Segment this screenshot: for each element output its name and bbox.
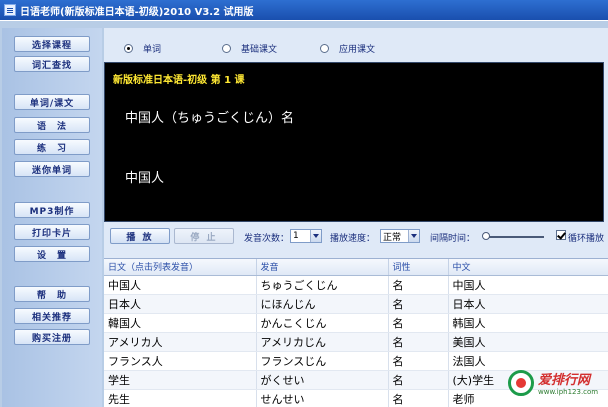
cell-japanese: 韓国人 [104, 313, 257, 333]
cell-pos: 名 [388, 389, 449, 407]
word-meaning: 中国人 [125, 171, 165, 186]
word-display: 新版标准日本语-初级 第 1 课 中国人（ちゅうごくじん）名 中国人 [104, 62, 604, 222]
table-row[interactable]: アメリカ人 アメリカじん 名 美国人 [104, 332, 608, 352]
nav-mini-words-button[interactable]: 迷你单词 [14, 161, 90, 177]
watermark-text: 爱排行网 [538, 373, 591, 388]
radio-icon [222, 43, 231, 53]
lesson-title: 新版标准日本语-初级 第 1 课 [113, 75, 245, 86]
chevron-down-icon [408, 230, 419, 242]
cell-reading: せんせい [256, 389, 389, 407]
word-reading: 中国人（ちゅうごくじん）名 [125, 111, 295, 126]
window-title: 日语老师(新版标准日本语-初级)2010 V3.2 试用版 [20, 6, 254, 18]
chevron-down-icon [310, 230, 321, 242]
nav-register-button[interactable]: 购买注册 [14, 329, 90, 345]
mode-label: 基础课文 [241, 44, 278, 55]
nav-vocab-search-button[interactable]: 词汇查找 [14, 56, 90, 72]
speed-select[interactable]: 正常 [380, 229, 420, 243]
cell-japanese: フランス人 [104, 351, 257, 371]
cell-pos: 名 [388, 294, 449, 314]
play-button[interactable]: 播 放 [110, 228, 170, 244]
mode-label: 应用课文 [339, 44, 376, 55]
mode-applied-text-radio[interactable]: 应用课文 [320, 42, 375, 55]
cell-chinese: 美国人 [448, 332, 608, 352]
loop-label: 循环播放 [568, 234, 605, 244]
column-header-chinese[interactable]: 中文 [448, 259, 608, 276]
cell-chinese: 日本人 [448, 294, 608, 314]
nav-select-course-button[interactable]: 选择课程 [14, 36, 90, 52]
nav-recommend-button[interactable]: 相关推荐 [14, 308, 90, 324]
app-icon [4, 4, 16, 16]
cell-japanese: 学生 [104, 370, 257, 390]
interval-label: 间隔时间： [430, 234, 476, 244]
cell-chinese: 中国人 [448, 275, 608, 295]
title-bar: 日语老师(新版标准日本语-初级)2010 V3.2 试用版 [0, 0, 608, 20]
cell-chinese: 韩国人 [448, 313, 608, 333]
nav-settings-button[interactable]: 设 置 [14, 246, 90, 262]
nav-grammar-button[interactable]: 语 法 [14, 117, 90, 133]
cell-reading: ちゅうごくじん [256, 275, 389, 295]
repeat-count-label: 发音次数： [244, 234, 290, 244]
cell-reading: かんこくじん [256, 313, 389, 333]
cell-reading: にほんじん [256, 294, 389, 314]
cell-pos: 名 [388, 332, 449, 352]
table-row[interactable]: 韓国人 かんこくじん 名 韩国人 [104, 313, 608, 333]
cell-pos: 名 [388, 275, 449, 295]
cell-pos: 名 [388, 370, 449, 390]
mode-label: 单词 [143, 44, 162, 55]
interval-slider-handle[interactable] [482, 232, 490, 240]
watermark-logo-icon [508, 369, 534, 396]
cell-japanese: 中国人 [104, 275, 257, 295]
cell-pos: 名 [388, 351, 449, 371]
cell-japanese: アメリカ人 [104, 332, 257, 352]
speed-value: 正常 [383, 232, 402, 243]
playback-controls: 播 放 停 止 发音次数： 1 播放速度： 正常 间隔时间： 循环播放 [104, 226, 608, 246]
nav-help-button[interactable]: 帮 助 [14, 286, 90, 302]
nav-words-text-button[interactable]: 单词/课文 [14, 94, 90, 110]
table-header-row: 日文（点击列表发音） 发音 词性 中文 [104, 259, 608, 276]
mode-selector: 单词 基础课文 应用课文 [104, 38, 604, 58]
cell-japanese: 日本人 [104, 294, 257, 314]
cell-pos: 名 [388, 313, 449, 333]
interval-slider-track[interactable] [484, 236, 544, 238]
speed-label: 播放速度： [330, 234, 376, 244]
cell-reading: アメリカじん [256, 332, 389, 352]
radio-selected-icon [124, 43, 133, 53]
table-row[interactable]: 日本人 にほんじん 名 日本人 [104, 294, 608, 314]
watermark: 爱排行网 www.iph123.com [508, 358, 608, 407]
loop-checkbox[interactable] [556, 230, 566, 240]
radio-icon [320, 43, 329, 53]
cell-reading: フランスじん [256, 351, 389, 371]
column-header-japanese[interactable]: 日文（点击列表发音） [104, 259, 257, 276]
cell-reading: がくせい [256, 370, 389, 390]
mode-words-radio[interactable]: 单词 [124, 42, 161, 55]
repeat-count-select[interactable]: 1 [290, 229, 322, 243]
nav-print-cards-button[interactable]: 打印卡片 [14, 224, 90, 240]
stop-button[interactable]: 停 止 [174, 228, 234, 244]
repeat-count-value: 1 [293, 231, 299, 241]
column-header-pos[interactable]: 词性 [388, 259, 449, 276]
left-navigation: 选择课程 词汇查找 单词/课文 语 法 练 习 迷你单词 MP3制作 打印卡片 … [2, 28, 102, 407]
nav-mp3-button[interactable]: MP3制作 [14, 202, 90, 218]
table-row[interactable]: 中国人 ちゅうごくじん 名 中国人 [104, 275, 608, 295]
column-header-reading[interactable]: 发音 [256, 259, 389, 276]
nav-practice-button[interactable]: 练 习 [14, 139, 90, 155]
mode-basic-text-radio[interactable]: 基础课文 [222, 42, 277, 55]
cell-japanese: 先生 [104, 389, 257, 407]
watermark-url: www.iph123.com [538, 388, 599, 396]
